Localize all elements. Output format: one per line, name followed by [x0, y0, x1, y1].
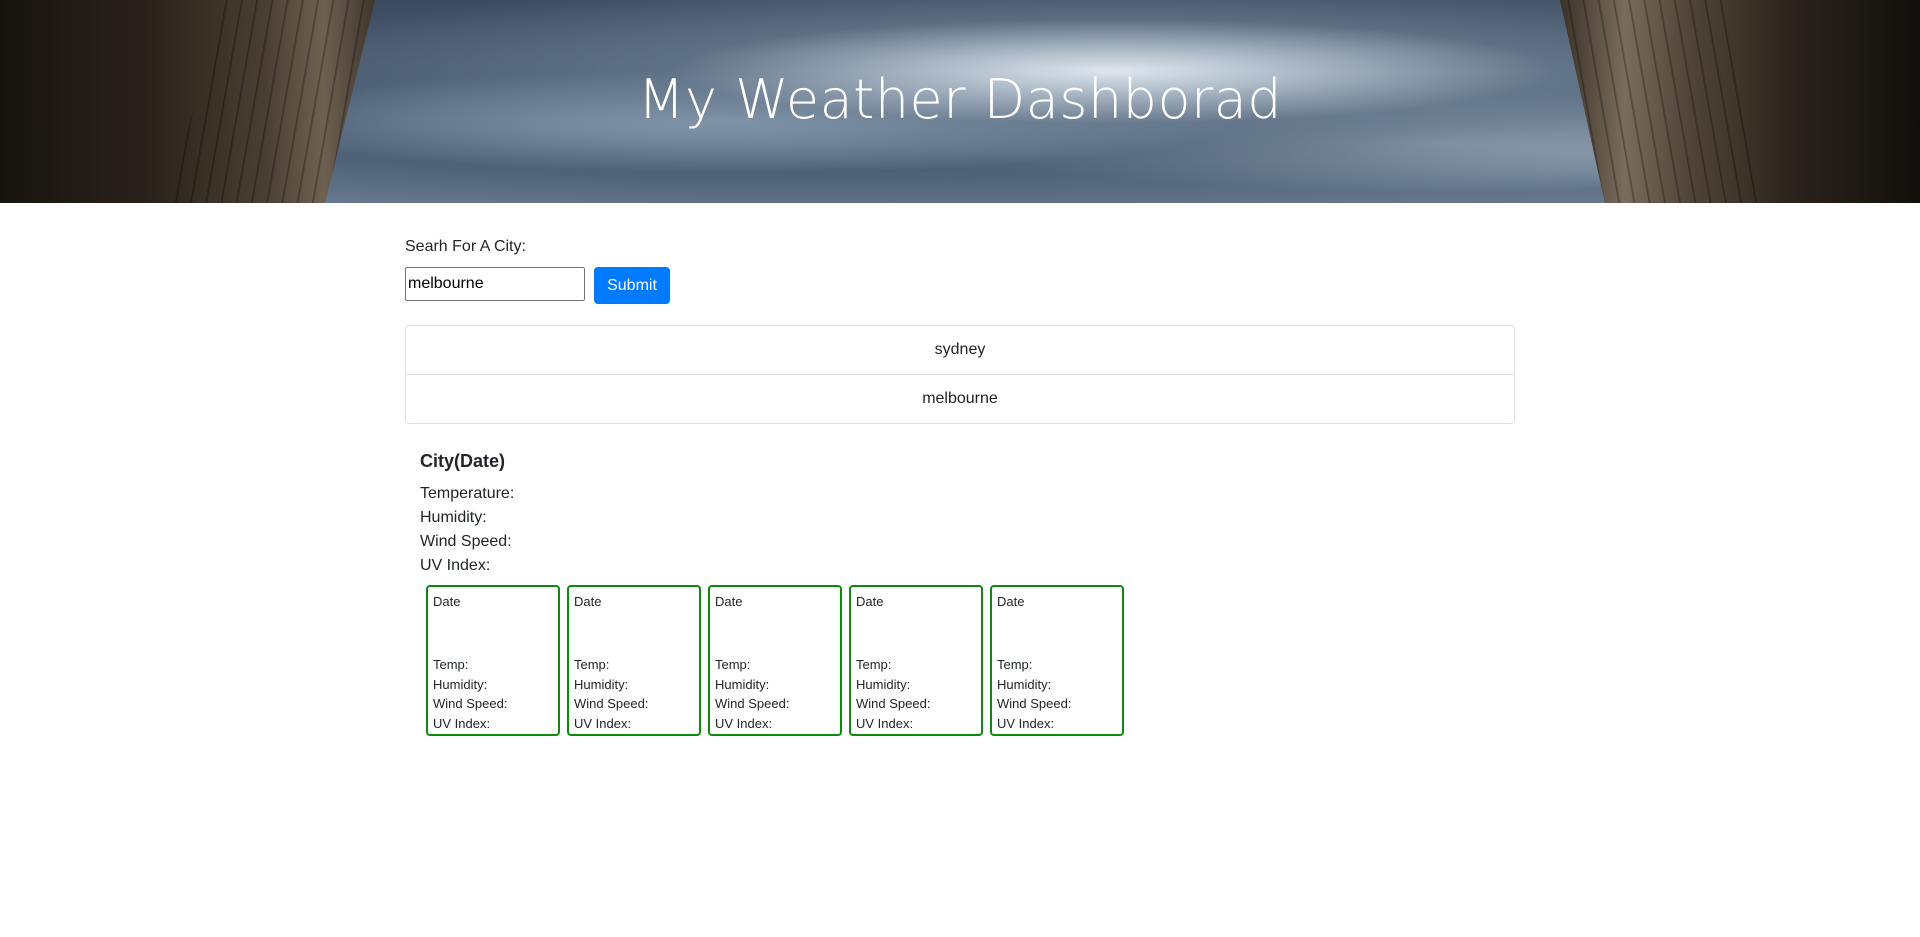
forecast-date: Date	[997, 594, 1025, 609]
forecast-date: Date	[715, 594, 743, 609]
forecast-uv-index: UV Index:	[715, 715, 773, 731]
forecast-uv-index: UV Index:	[997, 715, 1055, 731]
forecast-temp: Temp:	[715, 657, 751, 672]
current-uv-index: UV Index:	[420, 557, 491, 574]
city-search-input[interactable]	[405, 267, 585, 301]
forecast-date: Date	[433, 594, 461, 609]
current-city-date: City(Date)	[420, 451, 506, 471]
forecast-humidity: Humidity:	[997, 676, 1052, 692]
forecast-date: Date	[856, 594, 884, 609]
history-item-melbourne[interactable]: melbourne	[406, 374, 1514, 423]
forecast-date: Date	[574, 594, 602, 609]
forecast-temp: Temp:	[856, 657, 892, 672]
forecast-temp: Temp:	[997, 657, 1033, 672]
forecast-uv-index: UV Index:	[856, 715, 914, 731]
forecast-card: Date Temp: Humidity: Wind Speed: UV Inde…	[990, 585, 1124, 736]
history-item-sydney[interactable]: sydney	[406, 326, 1514, 374]
current-temperature: Temperature:	[420, 485, 515, 502]
forecast-wind-speed: Wind Speed:	[574, 696, 649, 711]
current-weather: City(Date) Temperature: Humidity: Wind S…	[420, 448, 514, 578]
forecast-humidity: Humidity:	[715, 676, 770, 692]
forecast-card: Date Temp: Humidity: Wind Speed: UV Inde…	[708, 585, 842, 736]
current-wind-speed: Wind Speed:	[420, 533, 512, 550]
submit-button[interactable]: Submit	[594, 267, 670, 304]
five-day-forecast: Date Temp: Humidity: Wind Speed: UV Inde…	[426, 585, 1124, 736]
forecast-card: Date Temp: Humidity: Wind Speed: UV Inde…	[849, 585, 983, 736]
forecast-uv-index: UV Index:	[574, 715, 632, 731]
current-humidity: Humidity:	[420, 509, 487, 526]
forecast-temp: Temp:	[433, 657, 469, 672]
forecast-humidity: Humidity:	[856, 676, 911, 692]
search-label: Searh For A City:	[405, 238, 526, 255]
forecast-temp: Temp:	[574, 657, 610, 672]
forecast-uv-index: UV Index:	[433, 715, 491, 731]
forecast-wind-speed: Wind Speed:	[433, 696, 508, 711]
forecast-card: Date Temp: Humidity: Wind Speed: UV Inde…	[567, 585, 701, 736]
hero-banner: My Weather Dashborad	[0, 0, 1920, 203]
forecast-wind-speed: Wind Speed:	[997, 696, 1072, 711]
forecast-humidity: Humidity:	[433, 676, 488, 692]
forecast-wind-speed: Wind Speed:	[715, 696, 790, 711]
page-title: My Weather Dashborad	[637, 68, 1283, 131]
forecast-card: Date Temp: Humidity: Wind Speed: UV Inde…	[426, 585, 560, 736]
forecast-wind-speed: Wind Speed:	[856, 696, 931, 711]
search-history-list: sydney melbourne	[405, 325, 1515, 424]
forecast-humidity: Humidity:	[574, 676, 629, 692]
